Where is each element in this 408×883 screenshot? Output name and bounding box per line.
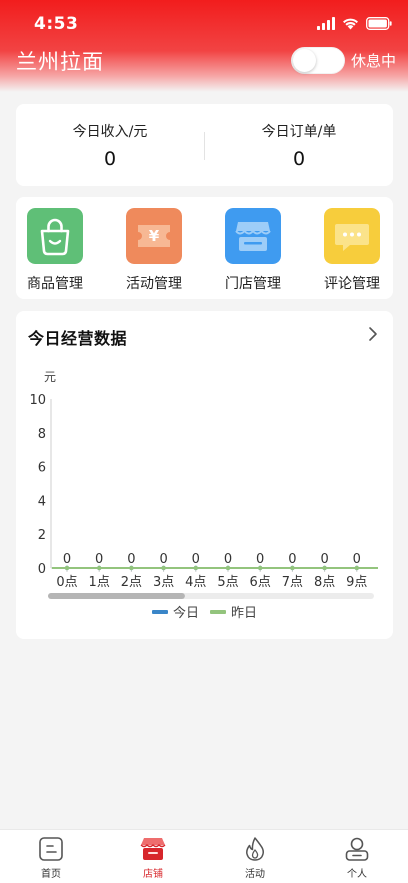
- shop-icon: [140, 838, 166, 860]
- menu-item-goods[interactable]: 商品管理: [16, 208, 88, 292]
- tab-label-home: 首页: [41, 869, 61, 880]
- data-label: 0: [159, 552, 167, 567]
- data-label: 0: [256, 552, 264, 567]
- business-line-chart: 元 0246810 0点 1点 2点 3点 4点 5点 6点 7点 8点 9点 000000000…: [29, 370, 378, 621]
- coupon-icon: ¥: [126, 208, 182, 264]
- toggle-knob: [292, 48, 316, 72]
- menu-item-comment[interactable]: 评论管理: [313, 208, 385, 292]
- svg-text:¥: ¥: [149, 227, 160, 245]
- data-label: 0: [224, 552, 232, 567]
- x-tick-label: 7点: [282, 575, 303, 590]
- menu-label-store: 门店管理: [225, 276, 281, 292]
- tab-label-profile: 个人: [347, 869, 367, 880]
- wifi-icon: [343, 18, 358, 29]
- data-label: 0: [63, 552, 71, 567]
- orders-value: 0: [292, 148, 306, 170]
- bottom-tab-bar: 首页 店铺 活动 个人: [0, 829, 408, 883]
- y-tick-label: 6: [38, 461, 46, 476]
- status-time: 4:53: [34, 14, 79, 34]
- x-tick-label: 2点: [121, 575, 142, 590]
- y-tick-label: 10: [29, 393, 46, 408]
- scrollbar-thumb[interactable]: [48, 593, 185, 599]
- rest-toggle[interactable]: [290, 46, 345, 74]
- legend-label: 昨日: [231, 606, 257, 621]
- y-tick-label: 8: [38, 427, 46, 442]
- data-label: 0: [288, 552, 296, 567]
- y-tick-label: 4: [38, 494, 46, 509]
- x-tick-label: 1点: [89, 575, 110, 590]
- flame-icon: [246, 837, 264, 861]
- shop-title: 兰州拉面: [16, 50, 104, 74]
- x-tick-label: 5点: [217, 575, 238, 590]
- income-stat: 今日收入/元 0: [16, 104, 204, 186]
- home-icon: [39, 837, 63, 861]
- y-tick-label: 0: [38, 562, 46, 577]
- menu-item-activity[interactable]: ¥ 活动管理: [115, 208, 187, 292]
- x-tick-label: 8点: [314, 575, 335, 590]
- orders-label: 今日订单/单: [261, 124, 337, 140]
- menu-label-goods: 商品管理: [27, 276, 83, 292]
- rest-toggle-group: 休息中: [290, 46, 396, 74]
- tab-activity[interactable]: 活动: [204, 830, 306, 883]
- management-menu: 商品管理 ¥ 活动管理 门店管理 评论管理: [16, 197, 393, 299]
- data-label: 0: [320, 552, 328, 567]
- tab-profile[interactable]: 个人: [306, 830, 408, 883]
- x-tick-label: 4点: [185, 575, 206, 590]
- x-axis: 0点 1点 2点 3点 4点 5点 6点 7点 8点 9点: [51, 567, 378, 590]
- data-label: 0: [192, 552, 200, 567]
- menu-label-comment: 评论管理: [324, 276, 380, 292]
- tab-label-shop: 店铺: [143, 869, 163, 880]
- y-tick-label: 2: [38, 528, 46, 543]
- shopping-bag-icon: [27, 208, 83, 264]
- data-label: 0: [127, 552, 135, 567]
- data-label: 0: [353, 552, 361, 567]
- menu-label-activity: 活动管理: [126, 276, 182, 292]
- x-tick-label: 0点: [56, 575, 77, 590]
- series-layer: 0 0 0 0 0 0 0 0 0 0: [52, 552, 378, 571]
- status-icons: [317, 15, 392, 31]
- chart-scrollbar[interactable]: [48, 593, 374, 599]
- rest-toggle-label: 休息中: [350, 51, 396, 70]
- legend-swatch: [152, 610, 168, 614]
- comment-icon: [324, 208, 380, 264]
- income-label: 今日收入/元: [72, 124, 148, 140]
- tab-home[interactable]: 首页: [0, 830, 102, 883]
- legend-swatch: [210, 610, 226, 614]
- storefront-icon: [225, 208, 281, 264]
- y-unit-label: 元: [44, 370, 56, 384]
- header: 4:53 兰州拉面 休息中: [0, 0, 408, 92]
- tab-shop[interactable]: 店铺: [102, 830, 204, 883]
- user-icon: [345, 837, 369, 861]
- today-stats-card: 今日收入/元 0 今日订单/单 0: [16, 104, 393, 186]
- chart-legend: 今日 昨日: [152, 605, 257, 621]
- status-bar: 4:53: [0, 0, 408, 46]
- y-axis: 0 2 4 6 8 10: [29, 393, 52, 577]
- x-tick-label: 6点: [250, 575, 271, 590]
- x-tick-label: 9点: [346, 575, 367, 590]
- battery-icon: [366, 16, 392, 30]
- legend-label: 今日: [173, 605, 199, 621]
- business-data-card: 今日经营数据 元 0 2 4 6 8 10 0点 1点 2点 3点 4点 5点 6点 7点 8点 9点 00…: [16, 311, 393, 639]
- signal-icon: [317, 16, 335, 30]
- x-tick-label: 3点: [153, 575, 174, 590]
- income-value: 0: [103, 148, 117, 170]
- orders-stat: 今日订单/单 0: [205, 104, 393, 186]
- data-label: 0: [95, 552, 103, 567]
- tab-label-activity: 活动: [245, 869, 265, 880]
- menu-item-store[interactable]: 门店管理: [214, 208, 286, 292]
